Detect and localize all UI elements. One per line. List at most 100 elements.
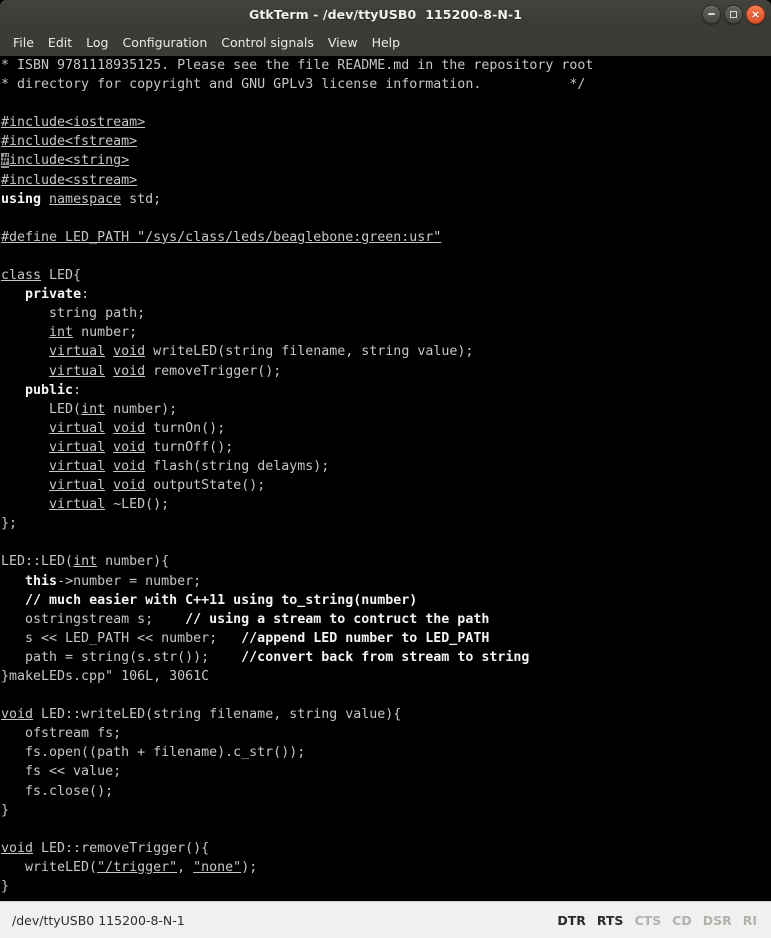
terminal-line: // much easier with C++11 using to_strin… [1,591,771,610]
signal-dsr[interactable]: DSR [703,913,732,928]
terminal-line: s << LED_PATH << number; //append LED nu… [1,629,771,648]
terminal-text: class [1,268,42,284]
menu-item-configuration[interactable]: Configuration [115,32,214,53]
terminal-text: fs.open((path + filename).c_str()); [1,745,306,761]
terminal-text: * ISBN 9781118935125. Please see the fil… [1,58,594,73]
terminal-line: string path; [1,304,771,323]
terminal-line: virtual void turnOff(); [1,438,771,457]
terminal-cursor: # [1,153,10,169]
terminal-text: void [1,840,34,856]
statusbar: /dev/ttyUSB0 115200-8-N-1 DTR RTS CTS CD DSR… [0,901,771,938]
window-controls: × [702,0,765,28]
signal-ri[interactable]: RI [743,913,757,928]
terminal-text: //convert back from stream to string [241,649,530,665]
terminal-line: virtual ~LED(); [1,495,771,514]
terminal-text: private [25,287,82,303]
terminal-text: "none" [193,859,242,875]
terminal-text: int [49,325,74,341]
terminal-text: int [73,554,98,570]
terminal-line: int number; [1,323,771,342]
signal-cts[interactable]: CTS [634,913,661,928]
maximize-button[interactable] [724,4,743,24]
terminal-line: } [1,801,771,820]
terminal-line: fs.open((path + filename).c_str()); [1,743,771,762]
terminal-line: ostringstream s; // using a stream to co… [1,610,771,629]
terminal-line: path = string(s.str()); //convert back f… [1,648,771,667]
minimize-button[interactable] [702,4,721,24]
terminal-text: void [113,478,146,494]
menu-item-log[interactable]: Log [79,32,115,53]
titlebar[interactable]: GtkTerm - /dev/ttyUSB0 115200-8-N-1 × [0,0,771,28]
terminal-text: ofstream fs; [1,726,122,742]
terminal-line: * directory for copyright and GNU GPLv3 … [1,75,771,94]
terminal-text: }; [1,516,18,532]
signal-dtr[interactable]: DTR [557,913,586,928]
terminal-text: number; [73,325,138,341]
menu-item-help[interactable]: Help [365,32,408,53]
terminal-text: ->number = number; [57,573,202,589]
terminal-line: writeLED("/trigger", "none"); [1,858,771,877]
close-button[interactable]: × [746,4,765,24]
terminal-text: , [177,859,194,875]
terminal-text: : [81,287,90,303]
terminal-text: int [81,401,106,417]
terminal-line: #include<string> [1,151,771,170]
terminal-text: turnOff(); [145,439,234,455]
terminal-line: virtual void flash(string delayms); [1,457,771,476]
terminal-line: LED::LED(int number){ [1,552,771,571]
terminal-text: virtual [49,497,106,513]
terminal-text: removeTrigger(); [145,363,282,379]
terminal-line: * ISBN 9781118935125. Please see the fil… [1,56,771,75]
terminal-text: } [1,879,10,895]
close-icon: × [750,7,761,21]
terminal-text: void [113,363,146,379]
terminal-text: virtual [49,344,106,360]
terminal-text: virtual [49,458,106,474]
terminal-text: writeLED( [1,859,98,875]
terminal-text: string path; [1,306,146,322]
port-info: /dev/ttyUSB0 115200-8-N-1 [12,912,185,928]
terminal-text: virtual [49,363,106,379]
terminal-line: private: [1,285,771,304]
terminal-text: std; [121,191,162,207]
menu-item-control-signals[interactable]: Control signals [214,32,321,53]
terminal-line: ofstream fs; [1,724,771,743]
terminal-text: "/trigger" [97,859,178,875]
terminal-text: : [73,382,82,398]
terminal-text: // using a stream to contruct the path [185,611,490,627]
terminal-output[interactable]: * ISBN 9781118935125. Please see the fil… [0,56,771,901]
menu-item-file[interactable]: File [6,32,41,53]
terminal-text: virtual [49,420,106,436]
terminal-line: virtual void outputState(); [1,476,771,495]
terminal-text: flash(string delayms); [145,458,330,474]
menu-item-edit[interactable]: Edit [41,32,79,53]
terminal-text: namespace [49,191,122,207]
menubar: File Edit Log Configuration Control signals V… [0,28,771,56]
terminal-line: using namespace std; [1,190,771,209]
signal-rts[interactable]: RTS [597,913,624,928]
signal-cd[interactable]: CD [672,913,692,928]
terminal-text: void [1,707,34,723]
terminal-text: number); [105,401,178,417]
menu-item-view[interactable]: View [321,32,365,53]
terminal-text: path = string(s.str()); [1,649,242,665]
terminal-line: fs.close(); [1,782,771,801]
terminal-text: number){ [97,554,170,570]
maximize-icon [730,10,737,18]
terminal-text: LED::LED( [1,554,74,570]
